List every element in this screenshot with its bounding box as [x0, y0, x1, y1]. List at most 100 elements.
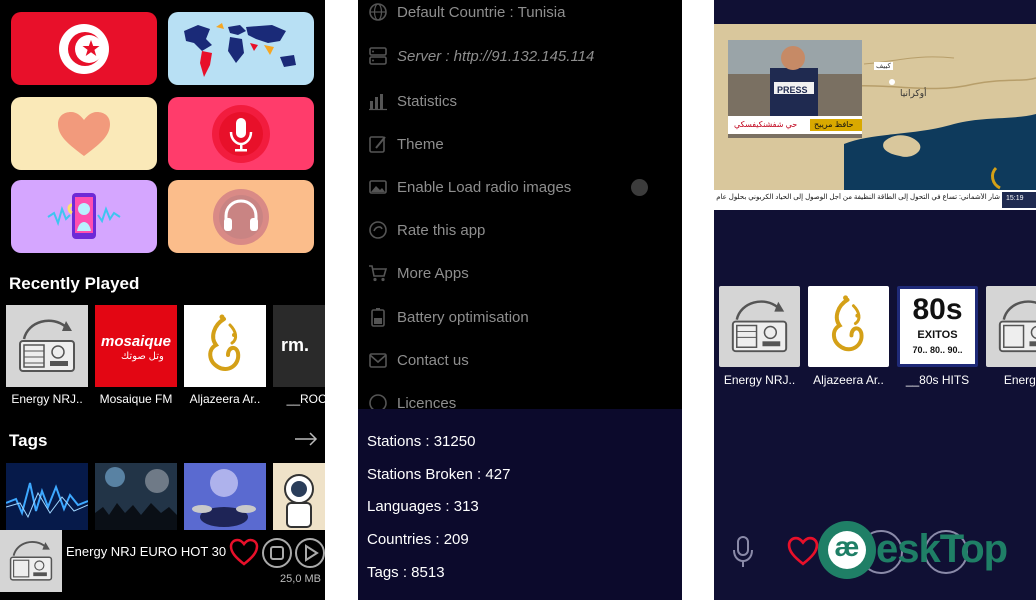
menu-server[interactable]: Server : http://91.132.145.114 — [358, 41, 682, 71]
radio-icon — [9, 540, 53, 581]
news-clock: 15:19 — [1006, 195, 1024, 202]
map-label-ukraine: أوكرانيا — [900, 88, 927, 98]
radio-icon — [731, 300, 788, 353]
load-images-toggle[interactable] — [631, 179, 648, 196]
tile-world[interactable] — [168, 12, 314, 85]
news-map-image — [714, 24, 1036, 210]
station-card-2[interactable]: Aljazeera Ar.. — [808, 286, 889, 387]
watermark-mark: æ — [834, 531, 860, 562]
menu-label: Enable Load radio images — [397, 178, 572, 196]
player-title: Energy NRJ EURO HOT 30 — [66, 544, 227, 559]
caption-name: حافظ مرييح — [814, 120, 854, 129]
station-label: Aljazeera Ar.. — [813, 373, 884, 387]
stat-tags: Tags : 8513 — [367, 564, 445, 581]
tunisia-flag-icon — [59, 23, 109, 74]
menu-load-images[interactable]: Enable Load radio images — [358, 172, 682, 202]
globe-icon — [369, 3, 387, 21]
station-label: Energy NRJ.. — [723, 373, 796, 387]
statistics-panel: Stations : 31250 Stations Broken : 427 L… — [358, 409, 682, 600]
menu-label: Theme — [397, 135, 444, 153]
drummer-image — [184, 463, 266, 533]
recent-station-3[interactable]: Aljazeera Ar.. — [184, 305, 266, 406]
microphone-icon[interactable] — [732, 535, 754, 569]
settings-screen: Default Countrie : Tunisia Server : http… — [358, 0, 682, 600]
recent-station-label: Aljazeera Ar.. — [189, 392, 261, 406]
radio-icon — [19, 319, 75, 372]
menu-more-apps[interactable]: More Apps — [358, 258, 682, 288]
station-label: __80s HITS — [905, 373, 970, 387]
tag-card-2[interactable] — [95, 463, 177, 533]
radio-icon — [998, 300, 1036, 353]
station-card-4[interactable]: Energy ( — [986, 286, 1036, 387]
menu-contact[interactable]: Contact us — [358, 345, 682, 375]
sound-wave-image — [6, 482, 88, 519]
menu-label: Statistics — [397, 92, 458, 110]
play-button[interactable] — [295, 538, 325, 568]
station-label: Energy ( — [1003, 373, 1036, 387]
heart-icon — [58, 111, 110, 156]
tag-card-4[interactable] — [273, 463, 325, 533]
tile-favorites[interactable] — [11, 97, 157, 170]
tile-music[interactable] — [11, 180, 157, 253]
menu-label: Rate this app — [397, 221, 486, 239]
player-station-logo — [0, 530, 62, 592]
mail-icon — [369, 353, 387, 368]
stat-countries: Countries : 209 — [367, 531, 469, 548]
tags-title: Tags — [9, 431, 48, 450]
favorite-heart-icon[interactable] — [229, 538, 259, 566]
recent-station-1[interactable]: Energy NRJ.. — [6, 305, 88, 406]
recently-played-title: Recently Played — [9, 274, 140, 293]
home-screen: Recently Played Energy NRJ.. mosaique وت… — [0, 0, 325, 600]
aljazeera-logo — [831, 295, 864, 352]
tile-podcast[interactable] — [168, 180, 314, 253]
80s-logo-mid: EXITOS — [917, 329, 958, 341]
menu-theme[interactable]: Theme — [358, 129, 682, 159]
recent-station-2[interactable]: mosaique وتل صوتك Mosaique FM — [95, 305, 177, 406]
image-icon — [369, 180, 387, 194]
battery-icon — [371, 308, 385, 327]
menu-label: Server : http://91.132.145.114 — [397, 47, 595, 65]
stat-languages: Languages : 313 — [367, 498, 479, 515]
menu-label: More Apps — [397, 264, 469, 282]
menu-label: Battery optimisation — [397, 308, 529, 326]
cart-icon — [369, 265, 388, 282]
menu-statistics[interactable]: Statistics — [358, 86, 682, 116]
tag-card-1[interactable] — [6, 463, 88, 533]
play-icon — [305, 544, 319, 562]
80s-logo: 80s — [912, 293, 963, 326]
tag-card-3[interactable] — [184, 463, 266, 533]
favorite-heart-icon[interactable] — [786, 536, 820, 566]
map-label-kyiv: كييف — [874, 62, 893, 70]
star-icon — [369, 221, 387, 239]
press-badge: PRESS — [777, 85, 808, 95]
menu-battery[interactable]: Battery optimisation — [358, 302, 682, 332]
recent-station-label: __ROCK_ — [286, 392, 325, 406]
mini-player[interactable]: Energy NRJ EURO HOT 30 25,0 MB — [0, 530, 325, 600]
palette-icon — [369, 136, 386, 153]
server-icon — [369, 47, 387, 65]
world-map-icon — [184, 22, 296, 77]
stop-button[interactable] — [262, 538, 292, 568]
menu-label: Contact us — [397, 351, 469, 369]
menu-default-country[interactable]: Default Countrie : Tunisia — [358, 0, 682, 27]
concert-image — [95, 463, 177, 533]
mosaique-logo: mosaique — [101, 333, 172, 350]
station-card-3[interactable]: 80s EXITOS 70.. 80.. 90.. __80s HITS — [897, 286, 978, 387]
menu-rate-app[interactable]: Rate this app — [358, 215, 682, 245]
station-card-1[interactable]: Energy NRJ.. — [719, 286, 800, 387]
arrow-right-icon[interactable] — [294, 432, 318, 446]
rm-logo: rm. — [281, 335, 310, 355]
player-screen: PRESS حي شفشنكيفسكي حافظ مرييح أوكرانيا … — [714, 0, 1036, 600]
video-player[interactable]: PRESS حي شفشنكيفسكي حافظ مرييح أوكرانيا … — [714, 24, 1036, 210]
menu-label: Default Countrie : Tunisia — [397, 3, 566, 21]
tile-record[interactable] — [168, 97, 314, 170]
headphones-icon — [213, 188, 269, 245]
recent-station-4[interactable]: rm. __ROCK_ — [273, 305, 325, 406]
tile-tunisia[interactable] — [11, 12, 157, 85]
stop-icon — [270, 546, 284, 560]
player-size: 25,0 MB — [280, 573, 321, 585]
aljazeera-logo — [208, 314, 241, 372]
stat-stations-broken: Stations Broken : 427 — [367, 466, 511, 483]
recent-station-label: Mosaique FM — [99, 392, 173, 406]
stat-stations: Stations : 31250 — [367, 433, 476, 450]
